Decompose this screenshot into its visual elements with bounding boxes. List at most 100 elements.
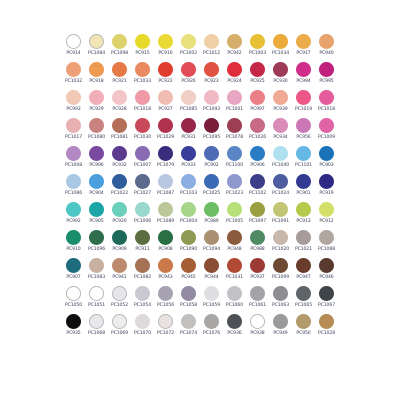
color-dot bbox=[204, 314, 219, 329]
swatch-cell: PC950 bbox=[292, 314, 315, 342]
color-dot bbox=[66, 286, 81, 301]
swatch-cell: PC1030 bbox=[131, 118, 154, 146]
color-code-label: PC931 bbox=[181, 135, 196, 140]
swatch-cell: PC933 bbox=[177, 146, 200, 174]
swatch-cell: PC926 bbox=[177, 62, 200, 90]
swatch-cell: PC996 bbox=[85, 146, 108, 174]
color-dot bbox=[158, 118, 173, 133]
color-code-label: PC1070 bbox=[133, 331, 152, 336]
swatch-cell: PC1072 bbox=[154, 314, 177, 342]
swatch-cell: PC1022 bbox=[108, 174, 131, 202]
color-code-label: PC1019 bbox=[294, 107, 313, 112]
color-code-label: PC1091 bbox=[271, 219, 290, 224]
color-code-label: PC1083 bbox=[87, 275, 106, 280]
color-code-label: PC1020 bbox=[271, 247, 290, 252]
color-dot bbox=[250, 34, 265, 49]
color-dot bbox=[112, 314, 127, 329]
color-code-label: PC1081 bbox=[110, 135, 129, 140]
swatch-cell: PC1020 bbox=[269, 230, 292, 258]
swatch-cell: PC1032 bbox=[62, 62, 85, 90]
color-code-label: PC908 bbox=[158, 247, 173, 252]
color-code-label: PC1028 bbox=[317, 331, 336, 336]
color-dot bbox=[250, 286, 265, 301]
swatch-cell: PC1007 bbox=[131, 146, 154, 174]
swatch-cell: PC945 bbox=[177, 258, 200, 286]
color-code-label: PC1021 bbox=[294, 247, 313, 252]
swatch-cell: PC1026 bbox=[246, 118, 269, 146]
swatch-cell: PC1090 bbox=[177, 230, 200, 258]
color-dot bbox=[204, 118, 219, 133]
color-code-label: PC940 bbox=[319, 51, 334, 56]
color-code-label: PC1054 bbox=[133, 303, 152, 308]
swatch-cell: PC1059 bbox=[200, 286, 223, 314]
color-code-label: PC945 bbox=[181, 275, 196, 280]
swatch-cell: PC948 bbox=[223, 230, 246, 258]
color-dot bbox=[273, 174, 288, 189]
color-code-label: PC1069 bbox=[110, 331, 129, 336]
color-dot bbox=[66, 314, 81, 329]
color-code-label: PC1033 bbox=[133, 79, 152, 84]
swatch-cell: PC1099 bbox=[269, 258, 292, 286]
color-code-label: PC919 bbox=[319, 191, 334, 196]
swatch-cell: PC938 bbox=[246, 314, 269, 342]
color-code-label: PC950 bbox=[296, 331, 311, 336]
color-code-label: PC903 bbox=[319, 163, 334, 168]
color-dot bbox=[296, 314, 311, 329]
color-code-label: PC920 bbox=[112, 219, 127, 224]
color-dot bbox=[204, 146, 219, 161]
color-code-label: PC1063 bbox=[271, 303, 290, 308]
color-dot bbox=[273, 118, 288, 133]
color-code-label: PC923 bbox=[204, 79, 219, 84]
color-dot bbox=[112, 118, 127, 133]
color-dot bbox=[319, 202, 334, 217]
color-dot bbox=[296, 90, 311, 105]
color-dot bbox=[181, 34, 196, 49]
color-code-label: PC904 bbox=[89, 191, 104, 196]
swatch-cell: PC1087 bbox=[154, 174, 177, 202]
color-code-label: PC1017 bbox=[64, 135, 83, 140]
color-dot bbox=[319, 230, 334, 245]
color-dot bbox=[89, 202, 104, 217]
color-dot bbox=[158, 230, 173, 245]
color-dot bbox=[135, 62, 150, 77]
swatch-cell: PC917 bbox=[292, 34, 315, 62]
color-code-label: PC926 bbox=[181, 79, 196, 84]
swatch-cell: PC1102 bbox=[246, 174, 269, 202]
swatch-cell: PC1060 bbox=[223, 286, 246, 314]
color-dot bbox=[181, 286, 196, 301]
color-code-label: PC1095 bbox=[202, 135, 221, 140]
swatch-cell: PC912 bbox=[315, 202, 338, 230]
color-dot bbox=[181, 174, 196, 189]
color-code-label: PC915 bbox=[135, 51, 150, 56]
color-code-label: PC1096 bbox=[87, 247, 106, 252]
color-dot bbox=[227, 314, 242, 329]
swatch-cell: PC1095 bbox=[200, 118, 223, 146]
color-dot bbox=[296, 62, 311, 77]
swatch-cell: PC906 bbox=[246, 146, 269, 174]
swatch-cell: PC993 bbox=[62, 90, 85, 118]
swatch-cell: PC1068 bbox=[85, 314, 108, 342]
swatch-cell: PC1084 bbox=[85, 34, 108, 62]
swatch-cell: PC947 bbox=[292, 258, 315, 286]
swatch-cell: PC930 bbox=[269, 62, 292, 90]
color-code-label: PC1090 bbox=[179, 247, 198, 252]
swatch-cell: PC1100 bbox=[223, 146, 246, 174]
color-code-label: PC1026 bbox=[248, 135, 267, 140]
color-code-label: PC917 bbox=[296, 51, 311, 56]
color-code-label: PC1093 bbox=[202, 107, 221, 112]
color-code-label: PC1067 bbox=[317, 303, 336, 308]
swatch-cell: PC1051 bbox=[85, 286, 108, 314]
swatch-cell: PC1021 bbox=[292, 230, 315, 258]
swatch-cell: PC1040 bbox=[269, 146, 292, 174]
color-dot bbox=[158, 34, 173, 49]
color-dot bbox=[66, 62, 81, 77]
color-dot bbox=[66, 90, 81, 105]
swatch-cell: PC936 bbox=[223, 314, 246, 342]
color-dot bbox=[158, 90, 173, 105]
color-code-label: PC909 bbox=[112, 247, 127, 252]
color-dot bbox=[181, 314, 196, 329]
color-code-label: PC1056 bbox=[156, 303, 175, 308]
color-code-label: PC936 bbox=[227, 331, 242, 336]
color-code-label: PC922 bbox=[158, 79, 173, 84]
color-code-label: PC943 bbox=[158, 275, 173, 280]
